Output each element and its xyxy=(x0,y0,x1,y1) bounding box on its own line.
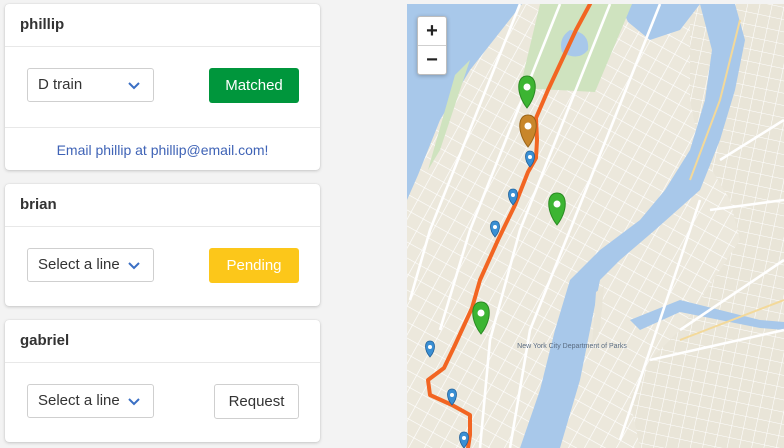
user-card-phillip: phillip D train Matched Email phillip at… xyxy=(5,4,320,170)
request-button[interactable]: Request xyxy=(214,384,299,419)
zoom-control: + − xyxy=(417,16,447,75)
line-select[interactable]: D train xyxy=(27,68,154,102)
card-body: Select a line Pending xyxy=(5,227,320,306)
user-card-brian: brian Select a line Pending xyxy=(5,184,320,306)
map-canvas: New York City Department of Parks xyxy=(407,4,784,448)
pending-button[interactable]: Pending xyxy=(209,248,299,283)
zoom-in-button[interactable]: + xyxy=(418,17,446,45)
line-select-value: Select a line xyxy=(38,392,120,409)
user-name: gabriel xyxy=(5,320,320,363)
user-name: brian xyxy=(5,184,320,227)
card-body: Select a line Request xyxy=(5,363,320,442)
card-body: D train Matched xyxy=(5,47,320,127)
card-footer: Email phillip at phillip@email.com! xyxy=(5,127,320,170)
line-select-value: D train xyxy=(38,76,83,93)
user-card-gabriel: gabriel Select a line Request xyxy=(5,320,320,442)
chevron-down-icon xyxy=(128,262,140,270)
email-link[interactable]: Email phillip at phillip@email.com! xyxy=(57,142,269,158)
line-select[interactable]: Select a line xyxy=(27,248,154,282)
user-name: phillip xyxy=(5,4,320,47)
line-select[interactable]: Select a line xyxy=(27,384,154,418)
line-select-value: Select a line xyxy=(38,256,120,273)
chevron-down-icon xyxy=(128,398,140,406)
zoom-out-button[interactable]: − xyxy=(418,45,446,74)
chevron-down-icon xyxy=(128,82,140,90)
matched-button[interactable]: Matched xyxy=(209,68,299,103)
map[interactable]: New York City Department of Parks xyxy=(407,4,784,448)
place-label: New York City Department of Parks xyxy=(517,343,627,350)
